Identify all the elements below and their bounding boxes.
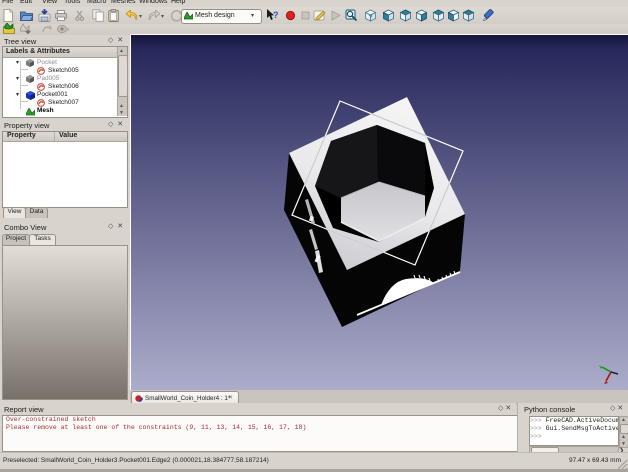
svg-text:?: ? — [273, 10, 279, 20]
svg-text:?: ? — [369, 15, 373, 22]
